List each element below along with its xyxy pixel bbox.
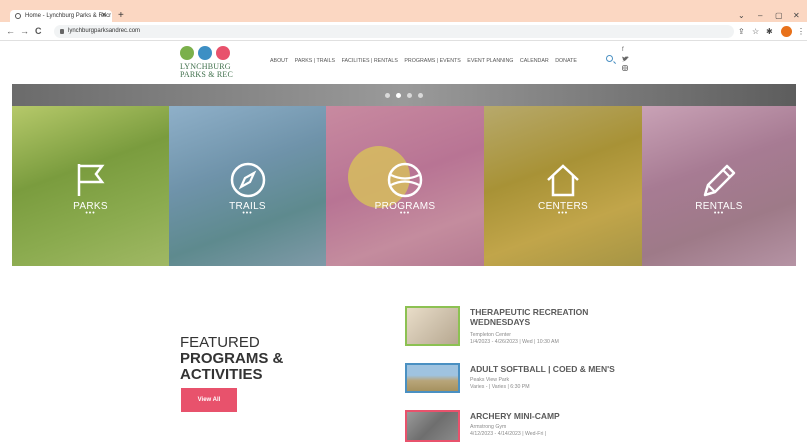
- hero-panel-trails[interactable]: TRAILS •••: [169, 106, 326, 266]
- main-nav: ABOUT PARKS | TRAILS FACILITIES | RENTAL…: [270, 58, 582, 64]
- profile-avatar[interactable]: [781, 26, 792, 37]
- new-tab-button[interactable]: +: [118, 10, 124, 22]
- share-icon[interactable]: ⇪: [738, 26, 745, 38]
- logo-mountain-circle-icon: [198, 46, 212, 60]
- hero-slider: [12, 84, 796, 106]
- featured-heading-line-3: ACTIVITIES: [180, 366, 263, 383]
- hero-dots-programs: •••: [399, 210, 411, 217]
- minimize-button[interactable]: –: [758, 10, 762, 22]
- url-text[interactable]: lynchburgparksandrec.com: [68, 25, 140, 38]
- ball-icon: [387, 162, 423, 198]
- logo-ball-circle-icon: [216, 46, 230, 60]
- flag-icon: [77, 164, 104, 196]
- site-logo-text[interactable]: LYNCHBURG PARKS & REC: [180, 63, 233, 79]
- event-title-line-2: WEDNESDAYS: [470, 317, 531, 327]
- slide-dot-4[interactable]: [418, 93, 423, 98]
- facebook-icon[interactable]: f: [622, 47, 624, 53]
- logo-line-2: PARKS & REC: [180, 70, 234, 79]
- hero-dots-parks: •••: [85, 210, 96, 217]
- nav-parks-trails[interactable]: PARKS | TRAILS: [295, 58, 335, 64]
- site-favicon-icon: [15, 13, 21, 19]
- bookmark-star-icon[interactable]: ☆: [752, 26, 759, 38]
- hero-panel-parks[interactable]: PARKS •••: [12, 106, 169, 266]
- browser-menu-icon[interactable]: ⋮: [797, 26, 805, 38]
- slide-dot-2[interactable]: [396, 93, 401, 98]
- nav-donate[interactable]: DONATE: [555, 58, 577, 64]
- lock-icon: [60, 29, 64, 34]
- twitter-icon[interactable]: [622, 56, 629, 64]
- compass-icon: [230, 162, 265, 198]
- event-title-archery[interactable]: ARCHERY MINI-CAMP: [470, 411, 620, 421]
- event-title-softball[interactable]: ADULT SOFTBALL | COED & MEN'S: [470, 364, 620, 374]
- event-title-therapeutic[interactable]: THERAPEUTIC RECREATION WEDNESDAYS: [470, 307, 620, 327]
- browser-tab[interactable]: Home - Lynchburg Parks & Recr ✕: [10, 10, 112, 22]
- nav-calendar[interactable]: CALENDAR: [520, 58, 549, 64]
- hero-panel-centers[interactable]: CENTERS •••: [484, 106, 642, 266]
- tab-close-icon[interactable]: ✕: [101, 10, 107, 22]
- pencil-icon: [703, 164, 736, 197]
- address-bar[interactable]: lynchburgparksandrec.com: [54, 25, 734, 38]
- featured-heading-line-1: FEATURED: [180, 334, 260, 351]
- event-thumbnail-softball[interactable]: [405, 363, 460, 393]
- hero-dots-centers: •••: [557, 210, 569, 217]
- event-thumbnail-archery[interactable]: [405, 410, 460, 442]
- nav-event-planning[interactable]: EVENT PLANNING: [467, 58, 513, 64]
- forward-icon[interactable]: →: [20, 24, 29, 38]
- hero-dots-rentals: •••: [713, 210, 725, 217]
- maximize-button[interactable]: ▢: [775, 10, 783, 22]
- slide-dot-1[interactable]: [385, 93, 390, 98]
- hero-panel-programs[interactable]: PROGRAMS •••: [326, 106, 484, 266]
- featured-heading-line-2: PROGRAMS &: [180, 350, 284, 367]
- slide-dot-3[interactable]: [407, 93, 412, 98]
- event-location-softball: Peaks View Park: [470, 377, 510, 383]
- event-dates-archery: 4/12/2023 - 4/14/2023 | Wed-Fri |: [470, 431, 547, 437]
- hero-panel-rentals[interactable]: RENTALS •••: [642, 106, 796, 266]
- nav-facilities-rentals[interactable]: FACILITIES | RENTALS: [342, 58, 398, 64]
- hero-dots-trails: •••: [242, 210, 253, 217]
- nav-programs-events[interactable]: PROGRAMS | EVENTS: [404, 58, 460, 64]
- event-location-therapeutic: Templeton Center: [470, 332, 511, 338]
- house-icon: [547, 164, 579, 197]
- view-all-button[interactable]: View All: [181, 388, 237, 412]
- instagram-icon[interactable]: [622, 65, 628, 73]
- search-icon[interactable]: [606, 55, 613, 62]
- nav-about[interactable]: ABOUT: [270, 58, 288, 64]
- event-thumbnail-therapeutic[interactable]: [405, 306, 460, 346]
- extensions-icon[interactable]: ✱: [766, 26, 773, 38]
- tab-search-icon[interactable]: ⌄: [738, 10, 745, 22]
- event-title-line-1: THERAPEUTIC RECREATION: [470, 307, 589, 317]
- event-dates-softball: Varies - | Varies | 6:30 PM: [470, 384, 530, 390]
- event-location-archery: Armstrong Gym: [470, 424, 507, 430]
- close-window-button[interactable]: ✕: [793, 10, 800, 22]
- event-dates-therapeutic: 1/4/2023 - 4/26/2023 | Wed | 10:30 AM: [470, 339, 559, 345]
- back-icon[interactable]: ←: [6, 24, 15, 38]
- reload-icon[interactable]: C: [35, 24, 42, 38]
- tab-title: Home - Lynchburg Parks & Recr: [25, 13, 112, 19]
- logo-tree-circle-icon: [180, 46, 194, 60]
